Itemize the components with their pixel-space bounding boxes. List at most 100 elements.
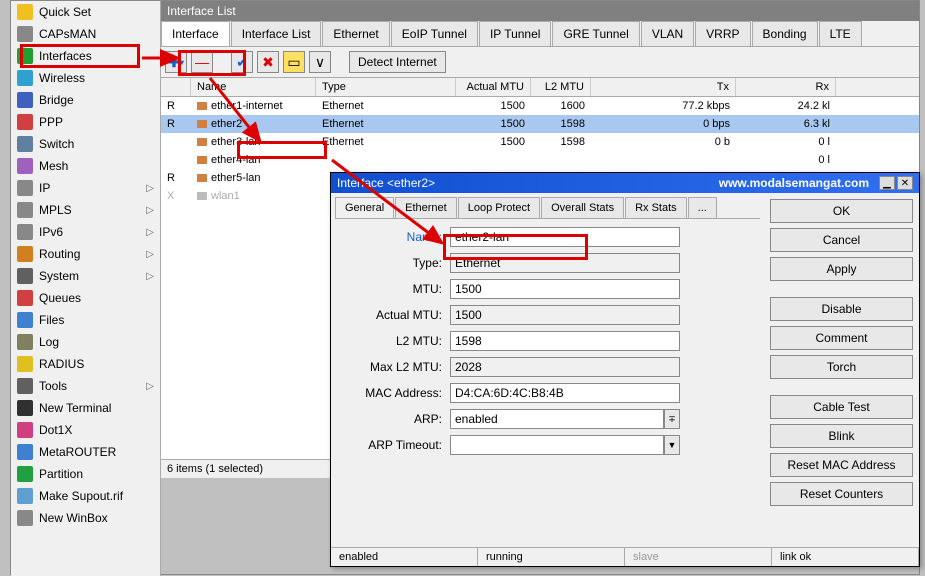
l2mtu-label: L2 MTU: [335,334,450,348]
apply-button[interactable]: Apply [770,257,913,281]
column-header[interactable]: Actual MTU [456,78,531,96]
minimize-icon[interactable]: ▁ [879,176,895,190]
menu-icon [17,202,33,218]
sidebar-item-system[interactable]: System ▷ [11,265,160,287]
interface-tabs: InterfaceInterface ListEthernetEoIP Tunn… [161,21,919,47]
dropdown-icon[interactable]: ∓ [664,409,680,429]
detect-internet-button[interactable]: Detect Internet [349,51,446,73]
dialog-status-slave: slave [625,548,772,566]
tab-interface-list[interactable]: Interface List [231,21,322,46]
dialog-tab-ethernet[interactable]: Ethernet [395,197,457,218]
sidebar-item-queues[interactable]: Queues [11,287,160,309]
close-icon[interactable]: ✕ [897,176,913,190]
interface-dialog: Interface <ether2> www.modalsemangat.com… [330,172,920,567]
reset-counters-button[interactable]: Reset Counters [770,482,913,506]
tab-gre-tunnel[interactable]: GRE Tunnel [552,21,639,46]
sidebar-item-ipv6[interactable]: IPv6▷ [11,221,160,243]
sidebar: Quick SetCAPsMANInterfacesWirelessBridge… [11,1,161,576]
cancel-button[interactable]: Cancel [770,228,913,252]
sidebar-item-radius[interactable]: RADIUS [11,353,160,375]
sidebar-item-mpls[interactable]: MPLS▷ [11,199,160,221]
sidebar-item-log[interactable]: Log [11,331,160,353]
sidebar-label: System [39,269,79,283]
sidebar-item-bridge[interactable]: Bridge [11,89,160,111]
tab-interface[interactable]: Interface [161,21,230,46]
menu-icon [17,356,33,372]
dialog-tab-general[interactable]: General [335,197,394,218]
maxl2-label: Max L2 MTU: [335,360,450,374]
sidebar-item-mesh[interactable]: Mesh [11,155,160,177]
menu-icon [17,466,33,482]
column-header[interactable]: Name [191,78,316,96]
l2mtu-field[interactable] [450,331,680,351]
mtu-field[interactable] [450,279,680,299]
submenu-arrow-icon: ▷ [146,271,154,282]
sidebar-item-partition[interactable]: Partition [11,463,160,485]
sidebar-item-ppp[interactable]: PPP [11,111,160,133]
tab-vlan[interactable]: VLAN [641,21,694,46]
tab-ethernet[interactable]: Ethernet [322,21,389,46]
table-row[interactable]: R ether2 Ethernet 1500 1598 0 bps 6.3 kl [161,115,919,133]
column-header[interactable]: L2 MTU [531,78,591,96]
menu-icon [17,290,33,306]
column-header[interactable]: Type [316,78,456,96]
cable-test-button[interactable]: Cable Test [770,395,913,419]
tab-vrrp[interactable]: VRRP [695,21,750,46]
menu-icon [17,158,33,174]
sidebar-item-make-supout.rif[interactable]: Make Supout.rif [11,485,160,507]
sidebar-item-new-winbox[interactable]: New WinBox [11,507,160,529]
table-row[interactable]: R ether1-internet Ethernet 1500 1600 77.… [161,97,919,115]
menu-icon [17,378,33,394]
sidebar-item-new-terminal[interactable]: New Terminal [11,397,160,419]
tab-ip-tunnel[interactable]: IP Tunnel [479,21,551,46]
dialog-tab--[interactable]: ... [688,197,717,218]
sidebar-label: PPP [39,115,63,129]
sidebar-item-switch[interactable]: Switch [11,133,160,155]
comment-button[interactable]: Comment [770,326,913,350]
sidebar-item-ip[interactable]: IP ▷ [11,177,160,199]
dialog-tab-loop-protect[interactable]: Loop Protect [458,197,540,218]
column-header[interactable] [161,78,191,96]
sidebar-label: IP [39,181,50,195]
sidebar-label: CAPsMAN [39,27,96,41]
sidebar-item-metarouter[interactable]: MetaROUTER [11,441,160,463]
annotation-box [178,50,246,76]
dialog-titlebar[interactable]: Interface <ether2> www.modalsemangat.com… [331,173,919,193]
sidebar-label: Mesh [39,159,68,173]
sidebar-label: New Terminal [39,401,111,415]
comment-button[interactable]: ▭ [283,51,305,73]
submenu-arrow-icon: ▷ [146,183,154,194]
disable-button[interactable]: ✖ [257,51,279,73]
dialog-tab-overall-stats[interactable]: Overall Stats [541,197,624,218]
sidebar-item-dot1x[interactable]: Dot1X [11,419,160,441]
sidebar-item-files[interactable]: Files [11,309,160,331]
menu-icon [17,92,33,108]
sidebar-item-capsman[interactable]: CAPsMAN [11,23,160,45]
dropdown-icon[interactable]: ▼ [664,435,680,455]
sidebar-item-quick-set[interactable]: Quick Set [11,1,160,23]
arp-field[interactable] [450,409,664,429]
column-header[interactable]: Tx [591,78,736,96]
reset-mac-address-button[interactable]: Reset MAC Address [770,453,913,477]
disable-button[interactable]: Disable [770,297,913,321]
ok-button[interactable]: OK [770,199,913,223]
amtu-label: Actual MTU: [335,308,450,322]
torch-button[interactable]: Torch [770,355,913,379]
tab-bonding[interactable]: Bonding [752,21,818,46]
column-header[interactable]: Rx [736,78,836,96]
blink-button[interactable]: Blink [770,424,913,448]
dialog-tab-rx-stats[interactable]: Rx Stats [625,197,687,218]
amtu-value: 1500 [450,305,680,325]
tab-lte[interactable]: LTE [819,21,862,46]
sidebar-label: Switch [39,137,74,151]
arpt-field[interactable] [450,435,664,455]
tab-eoip-tunnel[interactable]: EoIP Tunnel [391,21,478,46]
menu-icon [17,136,33,152]
sidebar-item-routing[interactable]: Routing▷ [11,243,160,265]
sidebar-item-wireless[interactable]: Wireless [11,67,160,89]
menu-icon [17,180,33,196]
filter-button[interactable]: ∨ [309,51,331,73]
mac-field[interactable] [450,383,680,403]
sidebar-label: Routing [39,247,80,261]
sidebar-item-tools[interactable]: Tools▷ [11,375,160,397]
